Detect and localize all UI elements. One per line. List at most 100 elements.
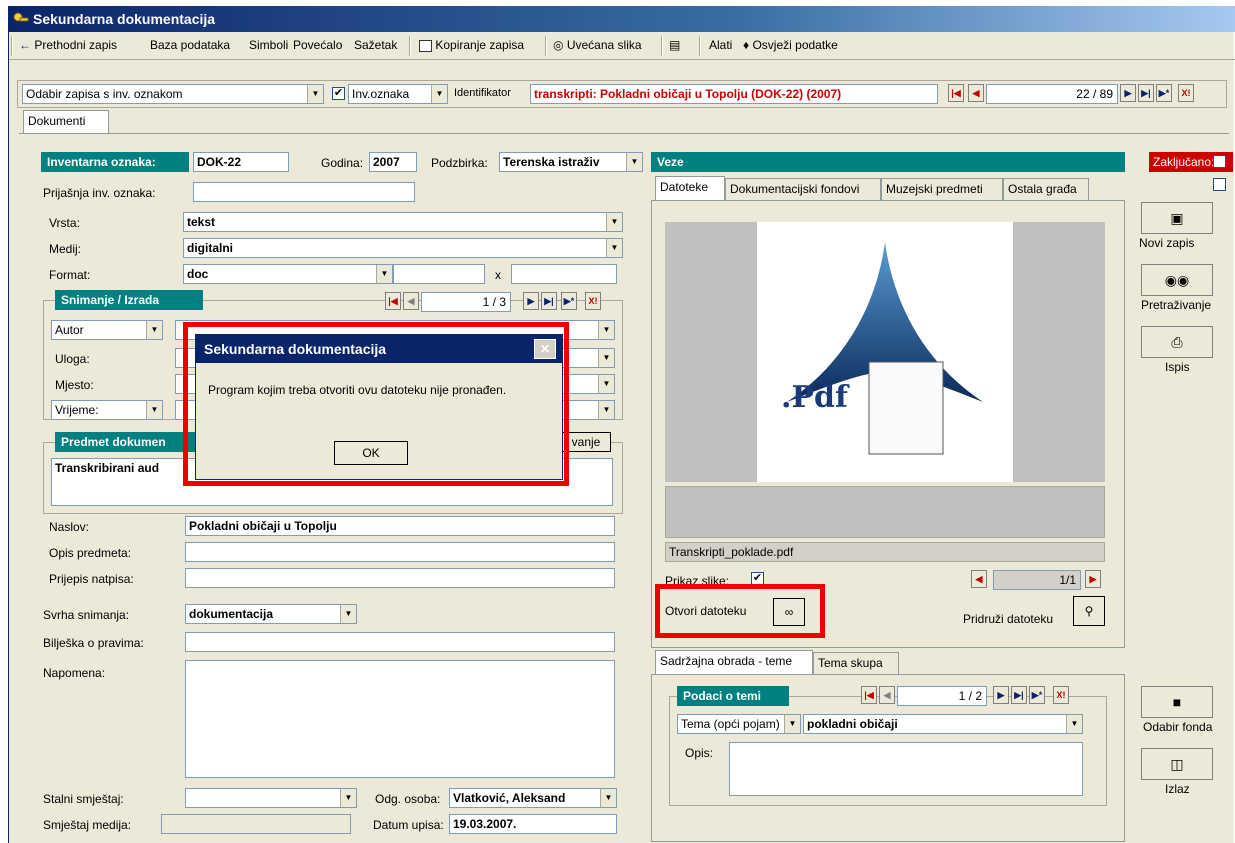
chevron-down-icon[interactable]: ▼: [606, 213, 622, 231]
inscription-field[interactable]: [185, 568, 615, 588]
tab-files[interactable]: Datoteke: [655, 176, 725, 200]
attach-file-button[interactable]: ⚲: [1073, 596, 1105, 626]
prev-record-icon[interactable]: ◀: [968, 84, 984, 102]
enlarged-image-button[interactable]: ◎ Uvećana slika: [553, 38, 642, 52]
first-theme-icon[interactable]: |◀: [861, 686, 877, 704]
next-record-icon[interactable]: ▶: [1120, 84, 1136, 102]
type-combo[interactable]: tekst ▼: [183, 212, 623, 232]
new-record-icon[interactable]: ▶*: [1156, 84, 1172, 102]
time-type-combo[interactable]: Vrijeme: ▼: [51, 400, 163, 420]
chevron-down-icon[interactable]: ▼: [376, 265, 392, 283]
format-combo[interactable]: doc ▼: [183, 264, 393, 284]
menu-summary[interactable]: Sažetak: [354, 38, 397, 52]
prev-record-button[interactable]: ← Prethodni zapis: [19, 38, 117, 52]
tab-group-theme[interactable]: Tema skupa: [813, 652, 899, 674]
last-record-icon[interactable]: ▶|: [1138, 84, 1154, 102]
topic-type-combo[interactable]: Tema (opći pojam) ▼: [677, 714, 801, 734]
place-label: Mjesto:: [55, 378, 94, 392]
search-button[interactable]: ◉◉: [1141, 264, 1213, 296]
prev-inv-field[interactable]: [193, 182, 415, 202]
tab-doc-funds[interactable]: Dokumentacijski fondovi: [725, 178, 881, 200]
inv-field[interactable]: DOK-22: [193, 152, 289, 172]
last-recording-icon[interactable]: ▶|: [541, 292, 557, 310]
last-theme-icon[interactable]: ▶|: [1011, 686, 1027, 704]
subcollection-combo[interactable]: Terenska istraživ ▼: [499, 152, 643, 172]
first-recording-icon[interactable]: |◀: [385, 292, 401, 310]
menu-symbols[interactable]: Simboli: [249, 38, 288, 52]
note-label: Napomena:: [43, 666, 106, 680]
chevron-down-icon[interactable]: ▼: [146, 321, 162, 339]
author-role-combo[interactable]: Autor ▼: [51, 320, 163, 340]
format-height-field[interactable]: [511, 264, 617, 284]
delete-recording-icon[interactable]: X!: [585, 292, 601, 310]
entry-date-field[interactable]: 19.03.2007.: [449, 814, 617, 834]
record-select-combo[interactable]: Odabir zapisa s inv. oznakom ▼: [22, 84, 324, 104]
new-record-button[interactable]: ▣: [1141, 202, 1213, 234]
exit-button[interactable]: ◫: [1141, 748, 1213, 780]
chevron-down-icon[interactable]: ▼: [598, 401, 614, 419]
prev-recording-icon[interactable]: ◀: [403, 292, 419, 310]
chevron-down-icon[interactable]: ▼: [1066, 715, 1082, 733]
chevron-down-icon[interactable]: ▼: [307, 85, 323, 103]
inv-filter-checkbox[interactable]: ✔: [332, 87, 345, 100]
tab-other-material[interactable]: Ostala građa: [1003, 178, 1089, 200]
subcollection-label: Podzbirka:: [431, 156, 488, 170]
image-caption-area: [665, 486, 1105, 538]
title-field[interactable]: Pokladni običaji u Topolju: [185, 516, 615, 536]
media-location-field: [161, 814, 351, 834]
chevron-down-icon[interactable]: ▼: [598, 375, 614, 393]
new-theme-icon[interactable]: ▶*: [1029, 686, 1045, 704]
copy-record-button[interactable]: Kopiranje zapisa: [419, 38, 524, 52]
extra-checkbox[interactable]: [1213, 178, 1226, 191]
app-key-icon: [13, 12, 29, 22]
next-image-icon[interactable]: ▶: [1085, 570, 1101, 588]
prev-image-icon[interactable]: ◀: [971, 570, 987, 588]
clipboard-icon[interactable]: ▤: [669, 38, 680, 52]
theme-desc-textarea[interactable]: [729, 742, 1083, 796]
chevron-down-icon[interactable]: ▼: [598, 321, 614, 339]
next-recording-icon[interactable]: ▶: [523, 292, 539, 310]
next-theme-icon[interactable]: ▶: [993, 686, 1009, 704]
chevron-down-icon[interactable]: ▼: [340, 605, 356, 623]
chevron-down-icon[interactable]: ▼: [431, 85, 447, 103]
delete-record-icon[interactable]: X!: [1178, 84, 1194, 102]
delete-theme-icon[interactable]: X!: [1053, 686, 1069, 704]
chevron-down-icon[interactable]: ▼: [784, 715, 800, 733]
chevron-down-icon[interactable]: ▼: [598, 349, 614, 367]
tab-content-themes[interactable]: Sadržajna obrada - teme: [655, 650, 813, 674]
fund-select-button[interactable]: ■: [1141, 686, 1213, 718]
tab-museum-objects[interactable]: Muzejski predmeti: [881, 178, 1003, 200]
pdf-label: .Pdf: [781, 380, 848, 415]
medium-combo[interactable]: digitalni ▼: [183, 238, 623, 258]
media-location-label: Smještaj medija:: [43, 818, 132, 832]
menu-tools[interactable]: Alati: [709, 38, 732, 52]
menu-database[interactable]: Baza podataka: [150, 38, 230, 52]
chevron-down-icon[interactable]: ▼: [600, 789, 616, 807]
desc-field[interactable]: [185, 542, 615, 562]
chevron-down-icon[interactable]: ▼: [606, 239, 622, 257]
format-width-field[interactable]: [393, 264, 485, 284]
menu-magnifier[interactable]: Povećalo: [293, 38, 342, 52]
refresh-data-button[interactable]: ♦ Osvježi podatke: [743, 38, 838, 52]
print-button[interactable]: ⎙: [1141, 326, 1213, 358]
new-recording-icon[interactable]: ▶*: [561, 292, 577, 310]
locked-checkbox[interactable]: [1213, 155, 1226, 168]
inv-label-combo[interactable]: Inv.oznaka ▼: [348, 84, 448, 104]
eye-icon: ◎: [553, 38, 564, 52]
chevron-down-icon[interactable]: ▼: [340, 789, 356, 807]
note-textarea[interactable]: [185, 660, 615, 778]
resp-combo[interactable]: Vlatković, Aleksand ▼: [449, 788, 617, 808]
tab-documents[interactable]: Dokumenti: [23, 110, 109, 134]
x-separator: x: [495, 268, 501, 282]
year-field[interactable]: 2007: [369, 152, 417, 172]
exit-label: Izlaz: [1165, 782, 1190, 796]
rights-field[interactable]: [185, 632, 615, 652]
chevron-down-icon[interactable]: ▼: [146, 401, 162, 419]
prev-theme-icon[interactable]: ◀: [879, 686, 895, 704]
chevron-down-icon[interactable]: ▼: [626, 153, 642, 171]
topic-combo[interactable]: pokladni običaji ▼: [803, 714, 1083, 734]
first-record-icon[interactable]: |◀: [948, 84, 964, 102]
location-combo[interactable]: ▼: [185, 788, 357, 808]
print-label: Ispis: [1165, 360, 1190, 374]
purpose-combo[interactable]: dokumentacija ▼: [185, 604, 357, 624]
